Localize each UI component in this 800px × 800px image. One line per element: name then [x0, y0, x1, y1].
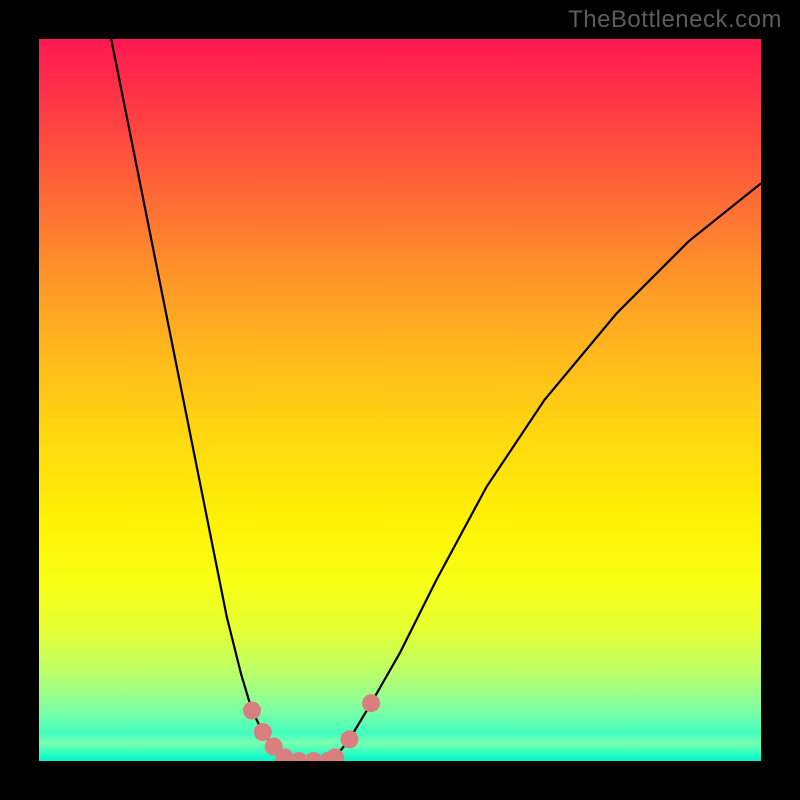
data-marker	[243, 701, 261, 719]
curve-layer	[39, 39, 761, 761]
watermark-text: TheBottleneck.com	[568, 6, 782, 34]
right-curve	[335, 183, 761, 757]
plot-area	[39, 39, 761, 761]
left-curve	[111, 39, 284, 757]
chart-frame: TheBottleneck.com	[0, 0, 800, 800]
markers-group	[243, 694, 380, 761]
data-marker	[254, 723, 272, 741]
data-marker	[340, 730, 358, 748]
data-marker	[362, 694, 380, 712]
